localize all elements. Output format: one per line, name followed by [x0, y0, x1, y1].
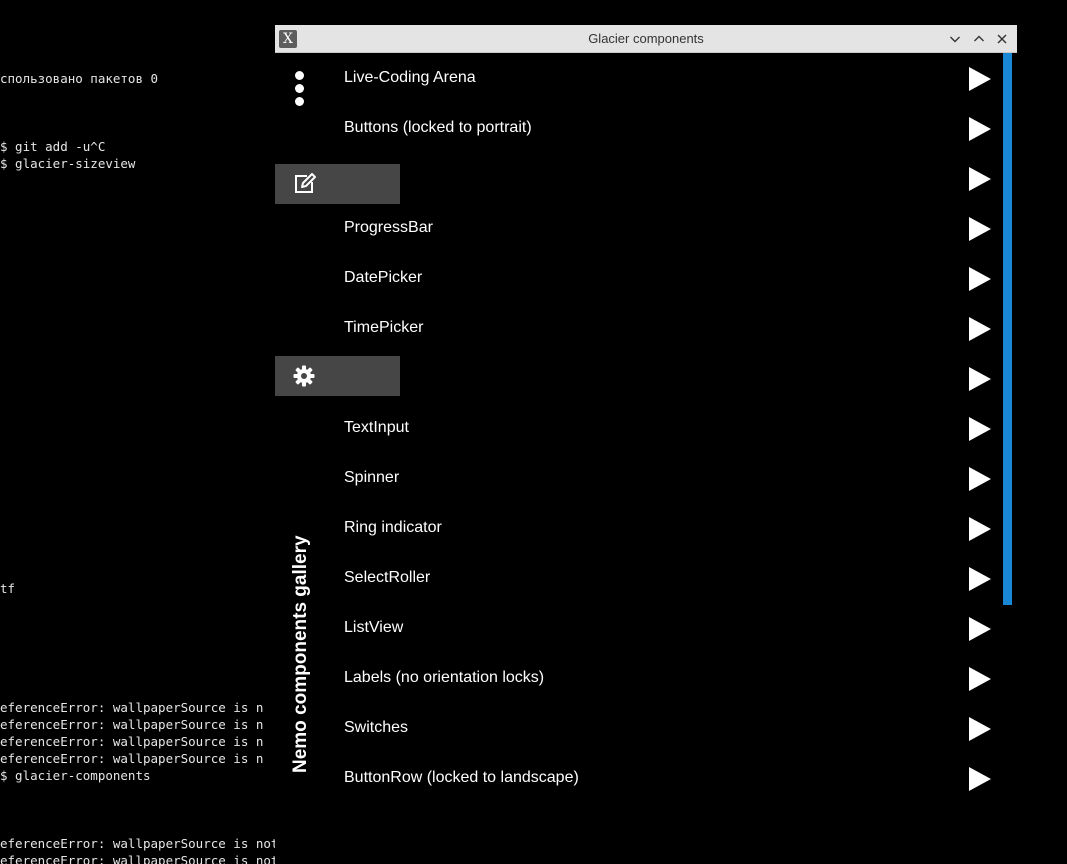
list-item[interactable]: Spinner	[275, 453, 1017, 503]
list-item-label: ButtonRow (locked to landscape)	[344, 769, 579, 786]
list-item[interactable]: ProgressBar	[275, 203, 1017, 253]
title-bar[interactable]: X Glacier components	[275, 25, 1017, 53]
list-item-label: ListView	[344, 619, 404, 636]
gear-icon	[293, 365, 315, 387]
list-item[interactable]: SelectRoller	[275, 553, 1017, 603]
window-content: Live-Coding Arena Buttons (locked to por…	[275, 53, 1017, 864]
play-arrow-icon[interactable]	[969, 767, 991, 791]
vertical-dots-icon[interactable]	[291, 71, 307, 107]
edit-icon	[295, 173, 316, 193]
tab-edit[interactable]	[275, 164, 400, 204]
play-arrow-icon[interactable]	[969, 617, 991, 641]
play-arrow-icon[interactable]	[969, 117, 991, 141]
list-item[interactable]: TimePicker	[275, 303, 1017, 353]
play-arrow-icon[interactable]	[969, 467, 991, 491]
list-item-label: Labels (no orientation locks)	[344, 669, 545, 686]
minimize-button[interactable]	[945, 29, 965, 49]
list-item-label: TextInput	[344, 419, 409, 436]
play-arrow-icon[interactable]	[969, 667, 991, 691]
scrollbar[interactable]	[1003, 53, 1012, 605]
tab-settings[interactable]	[275, 356, 400, 396]
maximize-button[interactable]	[969, 29, 989, 49]
terminal-line: eferenceError: wallpaperSource is n	[0, 751, 264, 766]
play-arrow-icon[interactable]	[969, 517, 991, 541]
terminal-line: $ glacier-components	[0, 768, 151, 783]
list-item[interactable]: Live-Coding Arena	[275, 53, 1017, 103]
list-item-label: ProgressBar	[344, 219, 433, 236]
list-item-label: Ring indicator	[344, 519, 442, 536]
play-arrow-icon[interactable]	[969, 67, 991, 91]
list-item[interactable]: ButtonRow (locked to landscape)	[275, 753, 1017, 803]
terminal-line: eferenceError: wallpaperSource is n	[0, 717, 264, 732]
chevron-down-icon	[950, 36, 960, 43]
play-arrow-icon[interactable]	[969, 417, 991, 441]
list-item[interactable]: ListView	[275, 603, 1017, 653]
terminal-line: спользовано пакетов 0	[0, 71, 159, 86]
play-arrow-icon[interactable]	[969, 217, 991, 241]
terminal-line: eferenceError: wallpaperSource is n	[0, 700, 264, 715]
play-arrow-icon[interactable]	[969, 167, 991, 191]
play-arrow-icon[interactable]	[969, 717, 991, 741]
list-item-label: SelectRoller	[344, 569, 431, 586]
list-item[interactable]: Labels (no orientation locks)	[275, 653, 1017, 703]
terminal-line: tf	[0, 581, 16, 596]
chevron-up-icon	[974, 35, 984, 42]
app-window: X Glacier components Live-Coding Arena B…	[275, 25, 1017, 864]
play-arrow-icon[interactable]	[969, 267, 991, 291]
list-item-label: TimePicker	[344, 319, 424, 336]
play-arrow-icon[interactable]	[969, 367, 991, 391]
terminal-line: eferenceError: wallpaperSource is n	[0, 734, 264, 749]
list-item-label: Live-Coding Arena	[344, 69, 476, 86]
window-title: Glacier components	[588, 31, 704, 46]
list-item[interactable]: TextInput	[275, 403, 1017, 453]
list-item-label: Buttons (locked to portrait)	[344, 119, 532, 136]
list-item-label: Switches	[344, 719, 409, 736]
gallery-title: Nemo components gallery	[290, 535, 311, 773]
list-item-label: DatePicker	[344, 269, 423, 286]
list-item[interactable]: Ring indicator	[275, 503, 1017, 553]
close-button[interactable]	[992, 29, 1012, 49]
list-item-label: Spinner	[344, 469, 400, 486]
list-item[interactable]: Switches	[275, 703, 1017, 753]
close-icon	[997, 34, 1007, 44]
play-arrow-icon[interactable]	[969, 317, 991, 341]
play-arrow-icon[interactable]	[969, 567, 991, 591]
list-item[interactable]: Buttons (locked to portrait)	[275, 103, 1017, 153]
list-item[interactable]: DatePicker	[275, 253, 1017, 303]
terminal-line: $ glacier-sizeview	[0, 156, 136, 171]
terminal-line: $ git add -u^C	[0, 139, 106, 154]
